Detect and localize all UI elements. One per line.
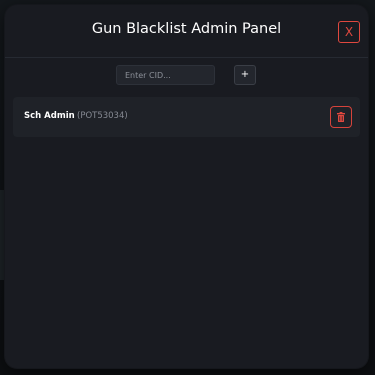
cid-input[interactable] bbox=[116, 65, 215, 85]
blacklist-list: Sch Admin (POT53034) bbox=[13, 97, 360, 137]
close-button[interactable]: X bbox=[338, 21, 360, 43]
panel-title: Gun Blacklist Admin Panel bbox=[91, 21, 282, 37]
entry-name: Sch Admin bbox=[24, 111, 75, 121]
panel-header: Gun Blacklist Admin Panel X bbox=[5, 5, 368, 58]
add-cid-button[interactable]: + bbox=[234, 65, 256, 85]
background-shape bbox=[0, 190, 4, 280]
entry-id: (POT53034) bbox=[77, 111, 128, 121]
add-cid-form: + bbox=[5, 65, 368, 87]
list-item: Sch Admin (POT53034) bbox=[13, 97, 360, 137]
trash-icon bbox=[337, 112, 345, 122]
game-scene: Gun Blacklist Admin Panel X + Sch Admin … bbox=[0, 0, 375, 375]
delete-entry-button[interactable] bbox=[330, 106, 352, 128]
admin-panel-modal: Gun Blacklist Admin Panel X + Sch Admin … bbox=[5, 5, 368, 368]
